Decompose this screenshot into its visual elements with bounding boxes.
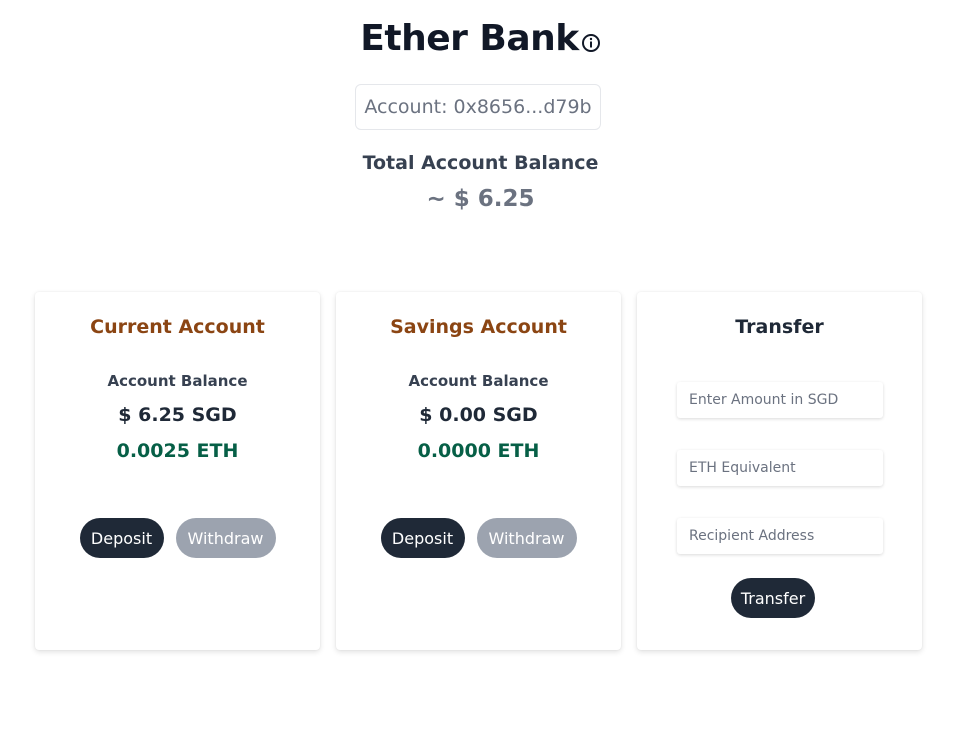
current-deposit-button[interactable]: Deposit [79, 518, 164, 558]
savings-withdraw-button[interactable]: Withdraw [476, 518, 577, 558]
title-row: Ether Bank [0, 18, 961, 59]
amount-sgd-input[interactable] [677, 382, 883, 418]
current-account-card: Current Account Account Balance $ 6.25 S… [35, 292, 320, 650]
transfer-title: Transfer [735, 316, 824, 338]
recipient-address-input[interactable] [677, 518, 883, 554]
app-title: Ether Bank [360, 18, 579, 59]
current-balance-eth: 0.0025 ETH [116, 440, 239, 462]
current-balance-sgd: $ 6.25 SGD [118, 404, 237, 426]
savings-account-title: Savings Account [390, 316, 567, 338]
info-icon[interactable] [581, 33, 601, 53]
transfer-button[interactable]: Transfer [731, 578, 815, 618]
current-account-title: Current Account [90, 316, 265, 338]
current-button-row: Deposit Withdraw [35, 518, 320, 558]
page: Ether Bank Account: 0x8656...d79b Total … [0, 0, 961, 737]
total-balance-label: Total Account Balance [362, 152, 599, 174]
savings-balance-sgd: $ 0.00 SGD [419, 404, 538, 426]
savings-balance-eth: 0.0000 ETH [417, 440, 540, 462]
savings-button-row: Deposit Withdraw [336, 518, 621, 558]
savings-balance-label: Account Balance [408, 372, 549, 390]
current-balance-label: Account Balance [107, 372, 248, 390]
savings-account-card: Savings Account Account Balance $ 0.00 S… [336, 292, 621, 650]
account-address[interactable]: Account: 0x8656...d79b [355, 84, 601, 130]
savings-deposit-button[interactable]: Deposit [380, 518, 465, 558]
current-withdraw-button[interactable]: Withdraw [175, 518, 276, 558]
transfer-card: Transfer Transfer [637, 292, 922, 650]
eth-equivalent-input[interactable] [677, 450, 883, 486]
total-balance-value: ~ $ 6.25 [426, 186, 535, 212]
